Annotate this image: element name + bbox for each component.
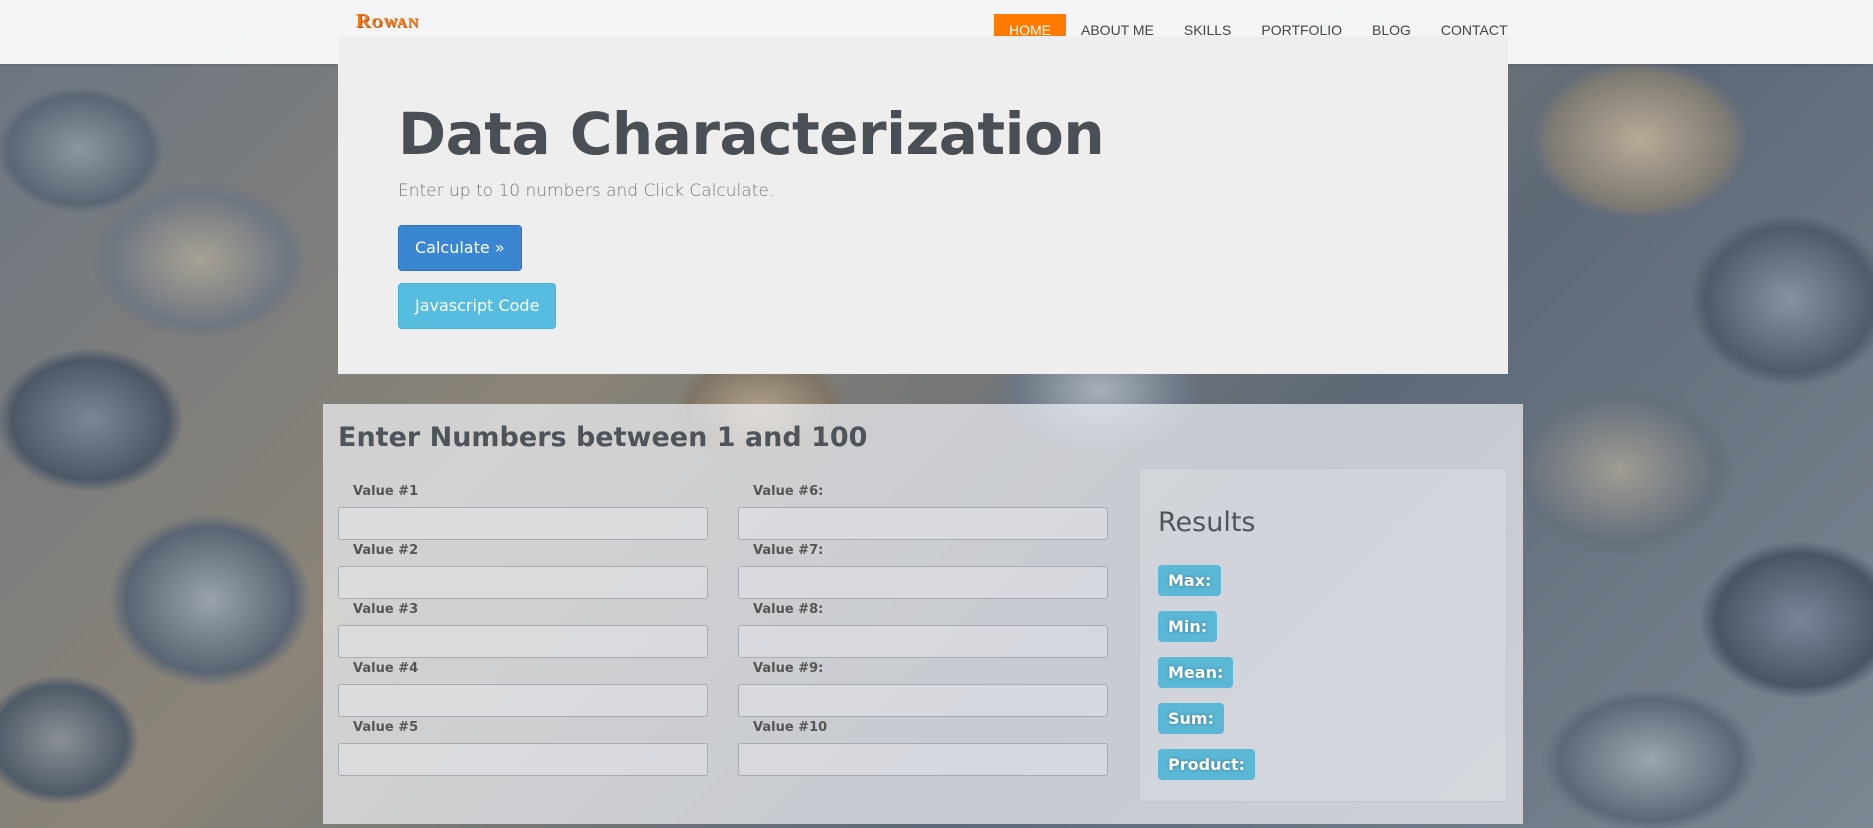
brand-logo[interactable]: Rowan [356, 10, 419, 33]
value-4-input[interactable] [338, 684, 708, 717]
value-8-label: Value #8: [753, 602, 824, 617]
results-box: Results Max: Min: Mean: Sum: Product: [1139, 468, 1507, 802]
value-10-input[interactable] [738, 743, 1108, 776]
value-6-label: Value #6: [753, 484, 824, 499]
numbers-panel: Enter Numbers between 1 and 100 Value #1… [323, 404, 1523, 824]
page-lead: Enter up to 10 numbers and Click Calcula… [398, 181, 775, 201]
value-5-label: Value #5 [353, 720, 419, 735]
form-heading: Enter Numbers between 1 and 100 [338, 422, 868, 453]
value-7-input[interactable] [738, 566, 1108, 599]
jumbotron: Data Characterization Enter up to 10 num… [338, 36, 1508, 374]
value-1-input[interactable] [338, 507, 708, 540]
min-badge: Min: [1158, 611, 1218, 642]
mean-badge: Mean: [1158, 657, 1234, 688]
value-2-input[interactable] [338, 566, 708, 599]
value-7-label: Value #7: [753, 543, 824, 558]
value-4-label: Value #4 [353, 661, 419, 676]
javascript-code-button[interactable]: Javascript Code [398, 283, 557, 329]
product-badge: Product: [1158, 749, 1255, 780]
page-title: Data Characterization [398, 100, 1105, 168]
value-6-input[interactable] [738, 507, 1108, 540]
sum-badge: Sum: [1158, 703, 1224, 734]
value-1-label: Value #1 [353, 484, 419, 499]
value-10-label: Value #10 [753, 720, 828, 735]
value-9-label: Value #9: [753, 661, 824, 676]
results-heading: Results [1158, 507, 1256, 538]
value-2-label: Value #2 [353, 543, 419, 558]
value-3-label: Value #3 [353, 602, 419, 617]
value-8-input[interactable] [738, 625, 1108, 658]
value-3-input[interactable] [338, 625, 708, 658]
value-9-input[interactable] [738, 684, 1108, 717]
calculate-button[interactable]: Calculate » [398, 225, 522, 271]
max-badge: Max: [1158, 565, 1222, 596]
value-5-input[interactable] [338, 743, 708, 776]
